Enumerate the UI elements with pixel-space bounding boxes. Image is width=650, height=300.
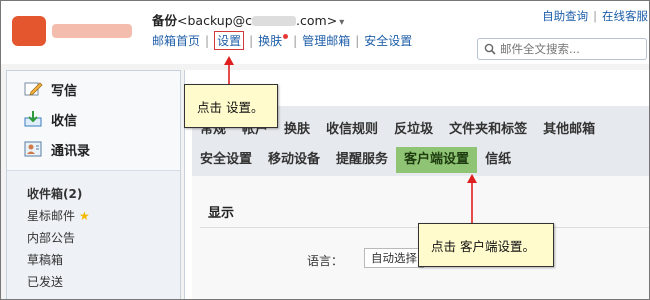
tab-filter-rules[interactable]: 收信规则 — [318, 117, 386, 143]
nav-separator: | — [293, 34, 298, 48]
language-select[interactable]: 自动选择 — [364, 248, 424, 268]
top-links-separator: | — [593, 9, 597, 23]
left-sidebar: 写信 收信 通讯录 收件箱(2) 星标邮件 ★ 内部公告 草稿箱 已发送 — [6, 70, 181, 300]
compose-label: 写信 — [51, 83, 78, 99]
logo-wordmark — [52, 24, 132, 38]
account-address: <backup@c — [177, 13, 253, 28]
nav-separator: | — [355, 34, 360, 48]
sidebar-actions: 写信 收信 通讯录 — [7, 71, 180, 171]
folder-starred-label: 星标邮件 — [27, 209, 76, 223]
folder-sent[interactable]: 已发送 — [27, 271, 177, 293]
folder-inbox[interactable]: 收件箱(2) — [27, 183, 177, 205]
online-service-link[interactable]: 在线客服 — [602, 9, 648, 23]
compose-button[interactable]: 写信 — [23, 77, 77, 101]
language-label: 语言： — [307, 254, 344, 268]
header: 备份<backup@c .com> ▾ 邮箱首页 | 设置 | 换肤 | 管理邮箱 | 安全设置 自… — [0, 0, 650, 64]
nav-settings[interactable]: 设置 — [214, 31, 245, 50]
callout-click-client-settings-text: 点击 客户端设置。 — [431, 238, 535, 254]
top-nav: 邮箱首页 | 设置 | 换肤 | 管理邮箱 | 安全设置 — [152, 31, 412, 50]
search-input[interactable] — [500, 41, 640, 57]
callout-click-settings-text: 点击 设置。 — [197, 99, 264, 115]
account-switcher[interactable]: 备份<backup@c .com> ▾ — [152, 10, 344, 29]
section-title-display: 显示 — [208, 206, 235, 221]
tab-skin[interactable]: 换肤 — [276, 117, 318, 143]
search-box — [477, 38, 647, 60]
folder-list: 收件箱(2) 星标邮件 ★ 内部公告 草稿箱 已发送 — [27, 183, 177, 293]
receive-icon — [24, 111, 42, 127]
chevron-down-icon[interactable]: ▾ — [339, 17, 344, 28]
tab-stationery[interactable]: 信纸 — [477, 147, 519, 173]
search-icon[interactable] — [484, 43, 496, 55]
folder-starred[interactable]: 星标邮件 ★ — [27, 205, 177, 227]
callout-click-settings: 点击 设置。 — [184, 84, 278, 128]
contacts-icon — [24, 141, 42, 157]
arrow-up-icon — [467, 174, 477, 223]
nav-separator: | — [205, 34, 210, 48]
folder-announcements-label: 内部公告 — [27, 231, 76, 245]
top-links: 自助查询 | 在线客服 — [542, 8, 648, 24]
contacts-button[interactable]: 通讯录 — [23, 137, 90, 161]
contacts-label: 通讯录 — [51, 143, 91, 159]
receive-button[interactable]: 收信 — [23, 107, 77, 131]
nav-manage-mailbox[interactable]: 管理邮箱 — [302, 32, 350, 49]
brand-logo[interactable] — [12, 12, 132, 48]
nav-separator: | — [249, 34, 254, 48]
account-address-obscured — [252, 16, 297, 26]
folder-announcements[interactable]: 内部公告 — [27, 227, 177, 249]
nav-skin[interactable]: 换肤 — [258, 32, 289, 49]
tab-other-mailboxes[interactable]: 其他邮箱 — [535, 117, 603, 143]
star-icon: ★ — [79, 209, 90, 223]
folder-sent-label: 已发送 — [27, 275, 64, 289]
tab-folders-labels[interactable]: 文件夹和标签 — [441, 117, 535, 143]
tab-anti-spam[interactable]: 反垃圾 — [386, 117, 441, 143]
nav-mail-home[interactable]: 邮箱首页 — [152, 32, 200, 49]
folder-inbox-label: 收件箱(2) — [27, 187, 83, 201]
tab-security[interactable]: 安全设置 — [192, 147, 260, 173]
tab-client-settings[interactable]: 客户端设置 — [396, 147, 478, 173]
receive-label: 收信 — [51, 113, 78, 129]
nav-skin-label: 换肤 — [258, 34, 283, 48]
callout-click-client-settings: 点击 客户端设置。 — [418, 223, 554, 267]
folder-drafts-label: 草稿箱 — [27, 253, 64, 267]
account-address-tail: .com> — [296, 13, 338, 28]
self-help-link[interactable]: 自助查询 — [542, 9, 588, 23]
arrow-up-icon — [224, 56, 234, 85]
compose-icon — [24, 82, 43, 96]
tab-reminders[interactable]: 提醒服务 — [328, 147, 396, 173]
account-prefix: 备份 — [152, 13, 178, 28]
tab-mobile-devices[interactable]: 移动设备 — [260, 147, 328, 173]
nav-security-settings[interactable]: 安全设置 — [364, 32, 412, 49]
folder-drafts[interactable]: 草稿箱 — [27, 249, 177, 271]
notification-dot-icon — [283, 34, 289, 39]
logo-mark — [12, 16, 46, 46]
settings-tabs-row2: 安全设置 移动设备 提醒服务 客户端设置 信纸 — [192, 147, 519, 173]
